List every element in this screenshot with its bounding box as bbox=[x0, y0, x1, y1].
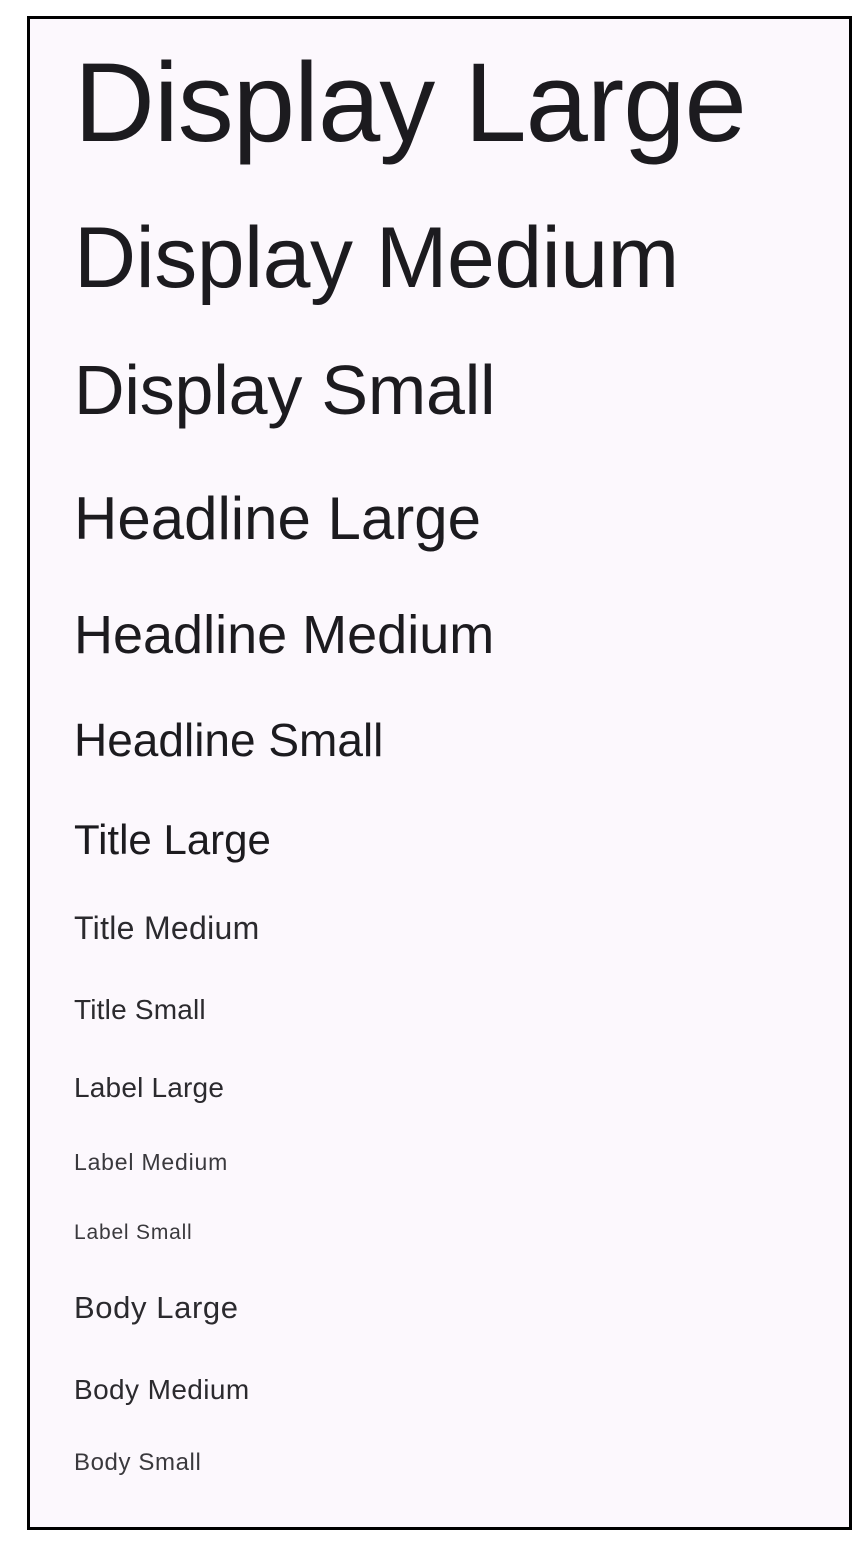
label-large-text: Label Large bbox=[74, 1072, 225, 1103]
body-medium-text: Body Medium bbox=[74, 1374, 250, 1405]
label-small-text: Label Small bbox=[74, 1221, 193, 1244]
title-medium-text: Title Medium bbox=[74, 910, 260, 946]
display-large-text: Display Large bbox=[74, 40, 747, 165]
headline-medium-text: Headline Medium bbox=[74, 605, 495, 665]
display-small-text: Display Small bbox=[74, 351, 496, 429]
body-large-text: Body Large bbox=[74, 1290, 239, 1325]
body-small-text: Body Small bbox=[74, 1449, 202, 1476]
label-medium-text: Label Medium bbox=[74, 1149, 229, 1175]
display-medium-text: Display Medium bbox=[74, 210, 679, 306]
title-small-text: Title Small bbox=[74, 994, 206, 1025]
headline-small-text: Headline Small bbox=[74, 714, 384, 766]
title-large-text: Title Large bbox=[74, 816, 271, 863]
typography-screen: Display Large Display Medium Display Sma… bbox=[27, 16, 852, 1530]
headline-large-text: Headline Large bbox=[74, 485, 481, 552]
